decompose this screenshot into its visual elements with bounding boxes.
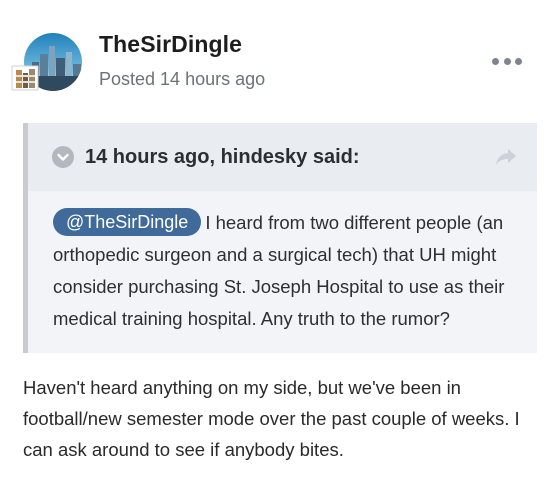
post-header: TheSirDingle Posted 14 hours ago (0, 0, 560, 110)
quote-body: @TheSirDingle I heard from two different … (53, 207, 528, 335)
ellipsis-icon[interactable] (492, 52, 522, 70)
avatar[interactable] (10, 32, 82, 92)
author-name[interactable]: TheSirDingle (99, 30, 242, 58)
quote-block: 14 hours ago, hindesky said: @TheSirDing… (23, 123, 537, 353)
ellipsis-dot (515, 57, 522, 65)
posted-timestamp: Posted 14 hours ago (99, 69, 266, 89)
ellipsis-dot (503, 57, 511, 65)
share-arrow-icon[interactable] (495, 147, 517, 167)
quote-header: 14 hours ago, hindesky said: (28, 123, 537, 191)
reply-text: Haven't heard anything on my side, but w… (23, 377, 520, 460)
ellipsis-dot (492, 57, 499, 65)
quote-citation: 14 hours ago, hindesky said: (85, 146, 360, 168)
chevron-down-circle-icon[interactable] (52, 146, 74, 168)
user-mention[interactable]: @TheSirDingle (53, 208, 202, 236)
